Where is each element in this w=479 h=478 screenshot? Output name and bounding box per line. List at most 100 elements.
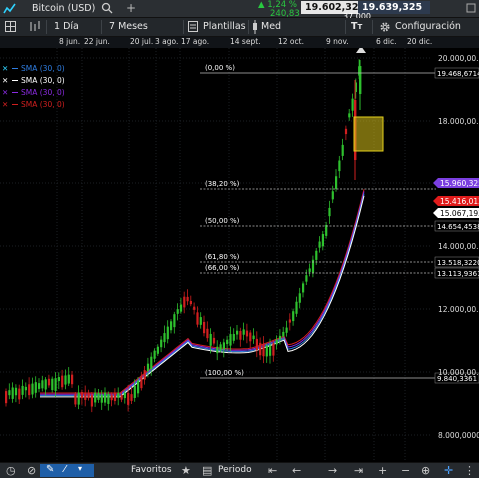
scroll-right-icon[interactable]: → bbox=[328, 464, 337, 477]
date-label: 17 ago. bbox=[181, 37, 210, 46]
candle-body bbox=[51, 378, 54, 391]
candle-body bbox=[54, 378, 57, 391]
candle-body bbox=[113, 392, 117, 401]
candle-body bbox=[315, 250, 318, 260]
grid-layout-icon[interactable] bbox=[5, 21, 16, 32]
candle-body bbox=[295, 301, 298, 314]
candle-body bbox=[117, 393, 120, 398]
period-button[interactable]: Periodo bbox=[218, 464, 252, 477]
legend-item[interactable]: ✕ SMA (30, 0) bbox=[2, 99, 65, 109]
candle-body bbox=[262, 344, 265, 357]
gear-icon[interactable] bbox=[379, 21, 391, 33]
scroll-end-icon[interactable]: ⇥ bbox=[354, 464, 363, 477]
candle-body bbox=[189, 300, 192, 305]
price-chart[interactable]: (0,00 %) 19.468,6714 (38,20 %) (50,00 %) 14.… bbox=[0, 48, 479, 462]
candle-body bbox=[212, 337, 216, 344]
search-icon[interactable] bbox=[101, 2, 113, 14]
sma-line bbox=[40, 193, 365, 397]
scroll-start-icon[interactable]: ⇤ bbox=[268, 464, 277, 477]
bar-chart-icon[interactable] bbox=[29, 21, 41, 32]
instrument-title[interactable]: Bitcoin (USD) bbox=[32, 3, 95, 14]
more-icon[interactable]: ⋮ bbox=[464, 464, 475, 477]
candle-body bbox=[28, 384, 31, 396]
separator bbox=[345, 20, 346, 34]
candle-body bbox=[143, 370, 146, 380]
candle-body bbox=[47, 378, 51, 386]
interval-dropdown[interactable]: 1 Día bbox=[54, 20, 79, 34]
dropdown-icon[interactable]: ▾ bbox=[78, 464, 82, 473]
fib-value-label: 13.113,9361 bbox=[437, 270, 479, 278]
candle-body bbox=[153, 350, 156, 359]
remove-icon[interactable]: ✕ bbox=[2, 64, 10, 73]
candle-body bbox=[278, 335, 282, 340]
calendar-icon[interactable]: ▤ bbox=[202, 464, 212, 477]
candle-body bbox=[77, 392, 80, 405]
date-label: 12 oct. bbox=[278, 37, 304, 46]
candle-body bbox=[5, 391, 8, 404]
candle-body bbox=[285, 327, 288, 333]
price-axis-label: 20.000,00... bbox=[438, 54, 479, 63]
legend-item[interactable]: ✕ SMA (30, 0) bbox=[2, 63, 65, 73]
fib-value-label: 19.468,6714 bbox=[437, 70, 479, 78]
highlight-rectangle[interactable] bbox=[353, 116, 384, 152]
date-label: 9 nov. bbox=[326, 37, 349, 46]
candle-body bbox=[21, 385, 24, 395]
date-label: 3 ago. bbox=[155, 37, 179, 46]
candle-body bbox=[31, 383, 34, 395]
candle-body bbox=[209, 333, 212, 346]
scroll-left-icon[interactable]: ← bbox=[292, 464, 301, 477]
candle-body bbox=[298, 293, 301, 303]
pencil-icon[interactable]: ✎ bbox=[46, 464, 54, 475]
settings-button[interactable]: Configuración bbox=[395, 20, 461, 34]
templates-button[interactable]: Plantillas bbox=[203, 20, 246, 34]
date-axis: 8 jun. 22 jun. 20 jul. 3 ago. 17 ago. 14… bbox=[0, 37, 479, 48]
draw-tools-group[interactable]: ✎ ⁄ ▾ bbox=[40, 464, 94, 477]
date-label: 20 jul. bbox=[130, 37, 154, 46]
separator bbox=[372, 20, 373, 34]
price-tag-label: 15.960,325 bbox=[440, 179, 479, 188]
candle-body bbox=[140, 375, 143, 389]
text-tool-icon[interactable]: TT bbox=[351, 20, 362, 34]
candle-body bbox=[338, 160, 341, 172]
candle-type-dropdown[interactable]: Med bbox=[261, 20, 281, 34]
cursor-tool-icon[interactable]: ✛ bbox=[444, 464, 453, 477]
favorites-button[interactable]: Favoritos bbox=[131, 464, 172, 477]
candle-body bbox=[265, 345, 268, 357]
candle-body bbox=[344, 128, 348, 135]
line-tool-icon[interactable]: ⁄ bbox=[64, 464, 66, 475]
candlestick-icon[interactable] bbox=[252, 20, 258, 34]
candle-body bbox=[348, 113, 351, 118]
indicator-legend: ✕ SMA (30, 0) ✕ SMA (30, 0) ✕ SMA (30, 0… bbox=[2, 63, 65, 111]
range-dropdown[interactable]: 7 Meses bbox=[109, 20, 148, 34]
date-label: 8 jun. bbox=[59, 37, 81, 46]
separator bbox=[101, 20, 102, 34]
star-icon[interactable]: ★ bbox=[181, 464, 191, 477]
crosshair-icon[interactable]: ⊕ bbox=[421, 464, 430, 477]
fib-level-label: (66,00 %) bbox=[205, 264, 240, 272]
candle-body bbox=[67, 374, 70, 384]
legend-item[interactable]: ✕ SMA (30, 0) bbox=[2, 87, 65, 97]
history-icon[interactable]: ◷ bbox=[6, 464, 16, 477]
price-axis-label: 10.000,00... bbox=[438, 368, 479, 377]
remove-icon[interactable]: ✕ bbox=[2, 76, 10, 85]
candle-body bbox=[183, 296, 186, 308]
window-control-icon[interactable] bbox=[466, 3, 476, 16]
candle-body bbox=[275, 339, 278, 345]
zoom-out-icon[interactable]: − bbox=[401, 464, 410, 477]
candle-body bbox=[203, 321, 206, 334]
candle-body bbox=[173, 314, 176, 328]
templates-icon[interactable] bbox=[188, 21, 198, 32]
add-tab-icon[interactable]: + bbox=[126, 1, 136, 15]
legend-item[interactable]: ✕ SMA (30, 0) bbox=[2, 75, 65, 85]
cancel-icon[interactable]: ⊘ bbox=[27, 464, 36, 477]
remove-icon[interactable]: ✕ bbox=[2, 100, 10, 109]
price-axis-label: 14.000,00... bbox=[438, 242, 479, 251]
candle-body bbox=[318, 241, 321, 248]
candle-body bbox=[100, 394, 103, 403]
zoom-in-icon[interactable]: + bbox=[378, 464, 387, 477]
candle-body bbox=[44, 379, 47, 390]
candle-body bbox=[156, 346, 159, 354]
remove-icon[interactable]: ✕ bbox=[2, 88, 10, 97]
candle-body bbox=[130, 394, 133, 401]
candle-body bbox=[226, 339, 229, 345]
